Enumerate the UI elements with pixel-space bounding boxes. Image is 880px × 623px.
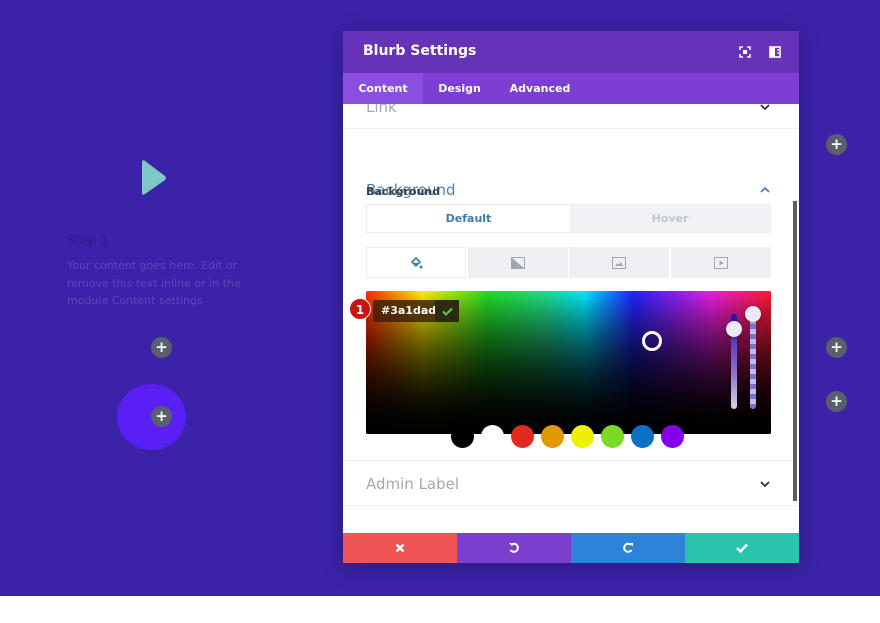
- blurb-body[interactable]: Your content goes here. Edit or remove t…: [67, 257, 247, 310]
- redo-icon: [623, 542, 633, 553]
- page-canvas: Step 1 Your content goes here. Edit or r…: [0, 0, 880, 596]
- add-row-button[interactable]: +: [826, 337, 847, 358]
- opacity-slider-handle[interactable]: [745, 306, 761, 322]
- close-icon: [395, 543, 405, 553]
- save-button[interactable]: [685, 533, 799, 563]
- field-label: Background: [366, 185, 441, 198]
- redo-button[interactable]: [571, 533, 685, 563]
- color-picker-handle[interactable]: [642, 331, 662, 351]
- modal-tabs: Content Design Advanced: [343, 73, 799, 104]
- add-row-button[interactable]: +: [826, 134, 847, 155]
- state-hover[interactable]: Hover: [570, 205, 770, 232]
- opacity-slider[interactable]: [750, 314, 756, 409]
- add-row-button[interactable]: +: [826, 391, 847, 412]
- modal-footer: [343, 533, 799, 563]
- hue-slider-handle[interactable]: [726, 321, 742, 337]
- gradient-icon: [511, 256, 525, 269]
- state-default[interactable]: Default: [367, 205, 570, 232]
- state-toggle: Default Hover: [366, 204, 771, 233]
- bg-type-video[interactable]: [671, 247, 771, 278]
- chevron-up-icon[interactable]: [758, 183, 772, 197]
- check-icon: [736, 543, 748, 553]
- add-module-button[interactable]: +: [151, 406, 172, 427]
- undo-button[interactable]: [457, 533, 571, 563]
- page-footer-area: [0, 596, 880, 623]
- undo-icon: [509, 542, 519, 553]
- section-title: Admin Label: [366, 475, 460, 493]
- tab-advanced[interactable]: Advanced: [496, 73, 584, 104]
- swatch-yellow[interactable]: [571, 425, 594, 448]
- swatch-purple[interactable]: [661, 425, 684, 448]
- blurb-title[interactable]: Step 1: [67, 234, 109, 249]
- modal-title: Blurb Settings: [363, 43, 477, 59]
- background-type-tabs: [366, 247, 771, 278]
- step-badge: 1: [349, 298, 371, 320]
- fullscreen-icon[interactable]: [738, 45, 752, 59]
- video-icon: [714, 256, 728, 269]
- hex-input-group: [373, 300, 459, 322]
- column-divider: [267, 325, 268, 455]
- swatch-white[interactable]: [481, 425, 504, 448]
- image-icon: [612, 256, 626, 269]
- chevron-down-icon[interactable]: [758, 477, 772, 491]
- swatch-black[interactable]: [451, 425, 474, 448]
- swatch-orange[interactable]: [541, 425, 564, 448]
- confirm-hex-button[interactable]: [435, 300, 459, 322]
- section-title: Link: [366, 104, 397, 116]
- bg-type-gradient[interactable]: [468, 247, 568, 278]
- swatch-blue[interactable]: [631, 425, 654, 448]
- hex-color-input[interactable]: [373, 300, 435, 322]
- paint-bucket-icon: [410, 256, 423, 268]
- modal-header[interactable]: Blurb Settings: [343, 31, 799, 73]
- blurb-settings-modal: Blurb Settings Content Design Advanced L…: [343, 31, 799, 563]
- cancel-button[interactable]: [343, 533, 457, 563]
- bg-type-image[interactable]: [569, 247, 669, 278]
- split-view-icon[interactable]: [768, 45, 782, 59]
- modal-body: Link Background Background Default Hover: [343, 104, 799, 533]
- section-admin-label[interactable]: Admin Label: [343, 461, 799, 506]
- tab-design[interactable]: Design: [423, 73, 496, 104]
- chevron-down-icon[interactable]: [758, 104, 772, 114]
- section-link[interactable]: Link: [343, 104, 799, 129]
- swatch-green[interactable]: [601, 425, 624, 448]
- play-arrow-icon: [142, 160, 166, 195]
- swatch-red[interactable]: [511, 425, 534, 448]
- check-icon: [441, 307, 453, 316]
- bg-type-color[interactable]: [366, 247, 466, 278]
- add-module-button[interactable]: +: [151, 337, 172, 358]
- scrollbar[interactable]: [793, 201, 797, 501]
- tab-content[interactable]: Content: [343, 73, 423, 104]
